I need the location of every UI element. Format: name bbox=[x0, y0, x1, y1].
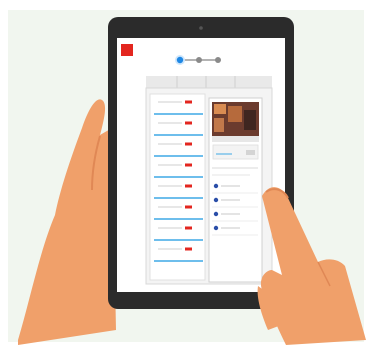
stepper-step bbox=[215, 57, 221, 63]
form-row-required-mark bbox=[185, 184, 192, 188]
camera-icon bbox=[199, 26, 203, 30]
preview-list-bullet bbox=[213, 225, 219, 231]
form-row-required-mark bbox=[185, 247, 192, 251]
form-row-required-mark bbox=[185, 163, 192, 167]
form-row-required-mark bbox=[185, 121, 192, 125]
left-hand bbox=[18, 99, 116, 345]
form-row-required-mark bbox=[185, 226, 192, 230]
preview-list-bullet bbox=[213, 183, 219, 189]
brand-logo bbox=[121, 44, 133, 56]
preview-list-bullet bbox=[213, 197, 219, 203]
stepper-step bbox=[176, 56, 184, 64]
form-row-required-mark bbox=[185, 142, 192, 146]
stepper-step bbox=[196, 57, 202, 63]
form-row-required-mark bbox=[185, 205, 192, 209]
tab-strip bbox=[146, 76, 272, 88]
illustration bbox=[0, 0, 372, 351]
form-column bbox=[149, 93, 206, 281]
tablet-illustration bbox=[18, 17, 366, 345]
preview-list-bullet bbox=[213, 211, 219, 217]
form-row-required-mark bbox=[185, 100, 192, 104]
